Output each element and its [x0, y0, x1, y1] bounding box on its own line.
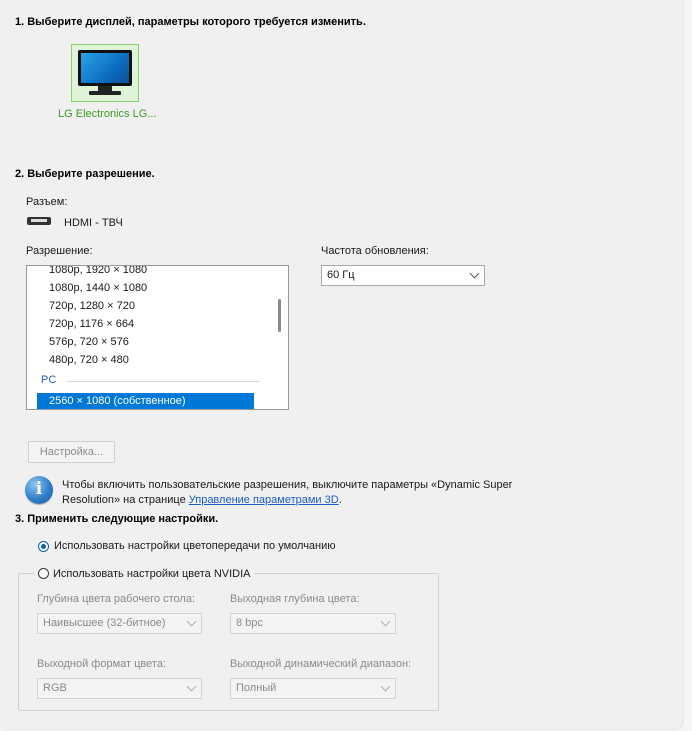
radio-nvidia-color[interactable] [38, 568, 49, 579]
scrollbar-thumb[interactable] [278, 299, 281, 332]
display-settings-panel: 1. Выберите дисплей, параметры которого … [0, 0, 682, 729]
refresh-rate-label: Частота обновления: [321, 245, 429, 257]
dynamic-range-value: Полный [236, 682, 277, 694]
monitor-icon [78, 50, 132, 86]
group-divider [67, 381, 260, 382]
output-depth-select[interactable]: 8 bpc [230, 613, 396, 634]
resolution-label: Разрешение: [26, 245, 93, 257]
list-item[interactable]: 720p, 1280 × 720 [49, 297, 135, 315]
output-format-value: RGB [43, 682, 67, 694]
info-message: Чтобы включить пользовательские разрешен… [62, 478, 532, 508]
list-item[interactable]: 480p, 720 × 480 [49, 351, 129, 369]
manage-3d-settings-link[interactable]: Управление параметрами 3D [189, 494, 339, 506]
chevron-down-icon [380, 616, 391, 627]
list-item[interactable]: 1080p, 1440 × 1080 [49, 279, 147, 297]
refresh-rate-select[interactable]: 60 Гц [321, 265, 485, 286]
section-3-title: 3. Применить следующие настройки. [15, 513, 219, 525]
list-item-selected[interactable]: 2560 × 1080 (собственное) [37, 393, 254, 409]
output-depth-value: 8 bpc [236, 617, 263, 629]
listbox-scrollbar[interactable] [271, 266, 288, 409]
connector-label: Разъем: [26, 196, 68, 208]
chevron-down-icon [186, 616, 197, 627]
output-format-select[interactable]: RGB [37, 678, 202, 699]
radio-default-color-label[interactable]: Использовать настройки цветопередачи по … [54, 540, 336, 552]
radio-nvidia-color-label[interactable]: Использовать настройки цвета NVIDIA [53, 568, 251, 580]
list-item[interactable]: 1080p, 1920 × 1080 [49, 266, 147, 279]
connector-value: HDMI - ТВЧ [64, 217, 123, 229]
resolution-listbox[interactable]: 1080p, 1920 × 1080 1080p, 1440 × 1080 72… [26, 265, 289, 410]
info-icon: i [25, 476, 53, 504]
desktop-depth-select[interactable]: Наивысшее (32-битное) [37, 613, 202, 634]
desktop-depth-label: Глубина цвета рабочего стола: [37, 593, 196, 605]
customize-button[interactable]: Настройка... [28, 441, 115, 463]
display-tile[interactable] [71, 44, 139, 102]
refresh-rate-value: 60 Гц [327, 269, 355, 281]
info-tail: . [338, 494, 342, 506]
list-group-header: PC [41, 374, 57, 386]
radio-default-color[interactable] [38, 541, 49, 552]
chevron-down-icon [186, 681, 197, 692]
list-item[interactable]: 720p, 1176 × 664 [49, 315, 134, 333]
chevron-down-icon [469, 268, 480, 279]
desktop-depth-value: Наивысшее (32-битное) [43, 617, 166, 629]
chevron-down-icon [380, 681, 391, 692]
section-2-title: 2. Выберите разрешение. [15, 168, 155, 180]
output-format-label: Выходной формат цвета: [37, 658, 166, 670]
dynamic-range-label: Выходной динамический диапазон: [230, 658, 412, 670]
output-depth-label: Выходная глубина цвета: [230, 593, 360, 605]
dynamic-range-select[interactable]: Полный [230, 678, 396, 699]
display-name: LG Electronics LG... [58, 108, 157, 120]
section-1-title: 1. Выберите дисплей, параметры которого … [15, 16, 366, 28]
list-item[interactable]: 576p, 720 × 576 [49, 333, 129, 351]
hdmi-connector-icon [27, 217, 51, 225]
